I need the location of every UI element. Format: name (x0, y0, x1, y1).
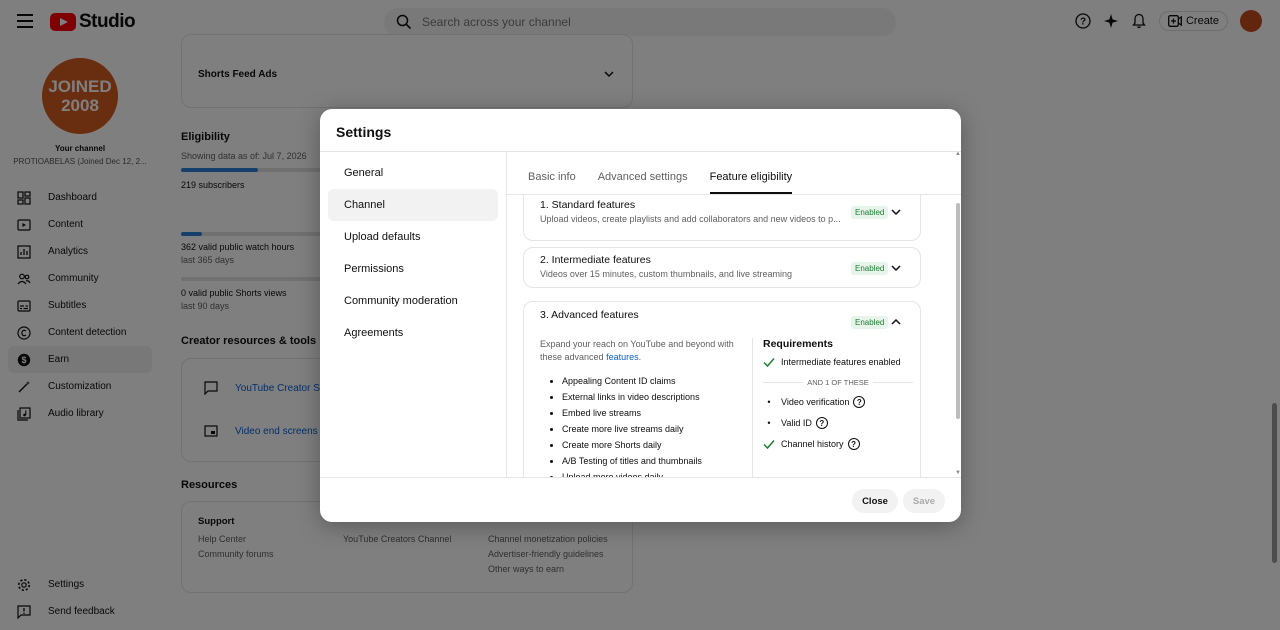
scroll-up-icon[interactable]: ▲ (955, 151, 961, 157)
intermediate-features-card[interactable]: 2. Intermediate features Videos over 15 … (523, 247, 921, 288)
requirement-valid-id: • Valid ID ? (763, 417, 913, 429)
chevron-up-icon[interactable] (890, 315, 902, 327)
settings-nav-community-moderation[interactable]: Community moderation (328, 285, 498, 317)
list-item: External links in video descriptions (562, 389, 748, 405)
status-badge: Enabled (851, 206, 889, 219)
requirement-label: Valid ID (781, 418, 812, 428)
requirement-video-verification: • Video verification ? (763, 396, 913, 408)
advanced-features-description: Expand your reach on YouTube and beyond … (540, 338, 748, 477)
settings-nav-channel[interactable]: Channel (328, 189, 498, 221)
list-item: Create more Shorts daily (562, 437, 748, 453)
check-icon (763, 358, 775, 368)
requirement-label: Intermediate features enabled (781, 357, 901, 367)
check-icon (763, 440, 775, 450)
bullet-icon: • (767, 418, 771, 428)
bullet-icon: • (767, 397, 771, 407)
settings-nav-general[interactable]: General (328, 157, 498, 189)
standard-features-desc: Upload videos, create playlists and add … (540, 214, 841, 224)
dialog-title: Settings (336, 124, 392, 140)
requirement-label: Video verification (781, 397, 850, 407)
requirements-panel: Requirements Intermediate features enabl… (763, 338, 913, 450)
standard-features-card[interactable]: 1. Standard features Upload videos, crea… (523, 195, 921, 241)
settings-nav-upload-defaults[interactable]: Upload defaults (328, 221, 498, 253)
scroll-down-icon[interactable]: ▼ (955, 470, 961, 476)
advanced-features-card: 3. Advanced features Enabled Expand your… (523, 301, 921, 477)
advanced-features-list: Appealing Content ID claims External lin… (540, 373, 748, 477)
dialog-header-divider (320, 151, 961, 152)
intermediate-features-title: 2. Intermediate features (540, 254, 651, 266)
intermediate-features-desc: Videos over 15 minutes, custom thumbnail… (540, 269, 792, 279)
help-icon[interactable]: ? (815, 417, 828, 429)
feature-eligibility-pane: 1. Standard features Upload videos, crea… (507, 195, 955, 477)
list-item: Create more live streams daily (562, 421, 748, 437)
list-item: A/B Testing of titles and thumbnails (562, 453, 748, 469)
settings-nav-permissions[interactable]: Permissions (328, 253, 498, 285)
settings-nav: General Channel Upload defaults Permissi… (328, 157, 498, 349)
requirement-label: Channel history (781, 439, 844, 449)
chevron-down-icon[interactable] (890, 206, 902, 218)
requirement-met-row: Intermediate features enabled (763, 356, 913, 369)
pane-scrollbar[interactable] (956, 203, 960, 419)
list-item: Embed live streams (562, 405, 748, 421)
status-badge: Enabled (851, 262, 889, 275)
requirements-title: Requirements (763, 338, 834, 350)
and-one-of-these-divider: AND 1 OF THESE (763, 378, 913, 387)
help-icon[interactable]: ? (853, 396, 866, 408)
list-item: Appealing Content ID claims (562, 373, 748, 389)
divider-label: AND 1 OF THESE (807, 378, 869, 387)
standard-features-title: 1. Standard features (540, 199, 636, 211)
close-button[interactable]: Close (852, 489, 898, 513)
chevron-down-icon[interactable] (890, 262, 902, 274)
requirements-divider (752, 338, 753, 477)
tab-feature-eligibility[interactable]: Feature eligibility (709, 164, 792, 194)
status-badge: Enabled (851, 316, 889, 329)
requirement-channel-history: Channel history ? (763, 438, 913, 450)
help-icon[interactable]: ? (847, 438, 860, 450)
settings-dialog: Settings General Channel Upload defaults… (320, 109, 961, 522)
settings-nav-agreements[interactable]: Agreements (328, 317, 498, 349)
list-item: Upload more videos daily (562, 469, 748, 477)
tab-advanced-settings[interactable]: Advanced settings (598, 164, 688, 194)
features-link[interactable]: features (606, 352, 639, 362)
advanced-features-title: 3. Advanced features (540, 309, 639, 321)
dialog-footer-divider (320, 477, 961, 478)
tab-basic-info[interactable]: Basic info (528, 164, 576, 194)
save-button[interactable]: Save (903, 489, 945, 513)
channel-tabs: Basic info Advanced settings Feature eli… (528, 164, 814, 194)
